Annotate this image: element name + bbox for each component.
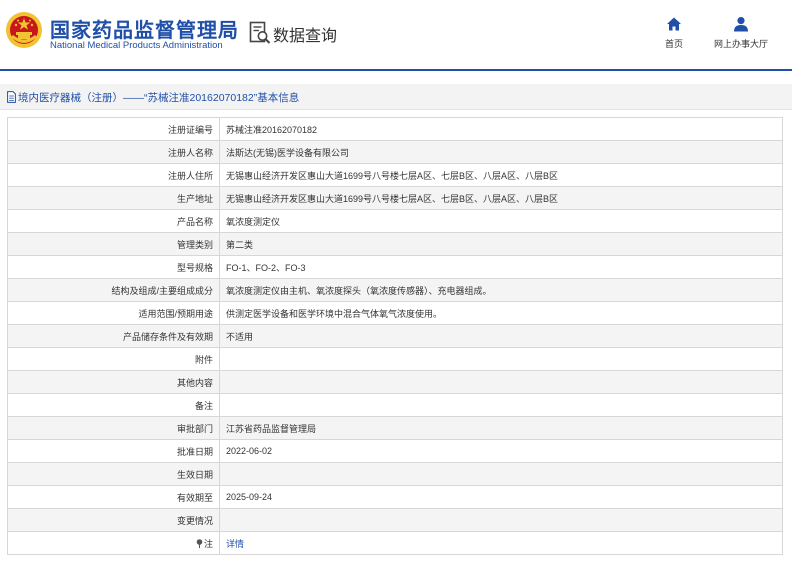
row-value	[219, 462, 783, 486]
nav-home-link[interactable]: 首页	[656, 16, 692, 50]
nav-home-label: 首页	[664, 39, 683, 49]
row-label: 变更情况	[7, 508, 220, 532]
site-title[interactable]: 国家药品监督管理局	[50, 14, 239, 43]
row-label: 型号规格	[7, 255, 220, 279]
row-label: 其他内容	[7, 370, 220, 394]
row-label: 注册证编号	[7, 117, 220, 141]
table-row: 附件	[7, 347, 783, 371]
document-icon	[7, 91, 16, 103]
table-row: 产品储存条件及有效期 不适用	[7, 324, 783, 348]
row-value: FO-1、FO-2、FO-3	[219, 255, 783, 279]
nav-online-hall-label: 网上办事大厅	[713, 39, 768, 49]
row-label: 批准日期	[7, 439, 220, 463]
table-row: 管理类别 第二类	[7, 232, 783, 256]
row-label: 生产地址	[7, 186, 220, 210]
table-row: 适用范围/预期用途 供测定医学设备和医学环境中混合气体氧气浓度使用。	[7, 301, 783, 325]
site-header: 国家药品监督管理局 National Medical Products Admi…	[0, 0, 792, 71]
data-query-icon	[249, 21, 271, 44]
row-label: 产品储存条件及有效期	[7, 324, 220, 348]
row-label: 产品名称	[7, 209, 220, 233]
table-row: 备注	[7, 393, 783, 417]
row-value: 不适用	[219, 324, 783, 348]
row-value	[219, 508, 783, 532]
table-row: 生效日期	[7, 462, 783, 486]
table-row: 批准日期 2022-06-02	[7, 439, 783, 463]
table-row: 结构及组成/主要组成成分 氧浓度测定仪由主机、氧浓度探头（氧浓度传感器）、充电器组…	[7, 278, 783, 302]
row-label: 注册人名称	[7, 140, 220, 164]
row-value: 无锡惠山经济开发区惠山大道1699号八号楼七层A区、七层B区、八层A区、八层B区	[219, 186, 783, 210]
row-label: 审批部门	[7, 416, 220, 440]
row-value: 苏械注准20162070182	[219, 117, 783, 141]
row-label: 附件	[7, 347, 220, 371]
home-icon	[667, 17, 681, 31]
table-row: 其他内容	[7, 370, 783, 394]
header-divider	[0, 69, 792, 71]
row-value: 氧浓度测定仪	[219, 209, 783, 233]
table-row-note: 注 详情	[7, 531, 783, 555]
site-subtitle: National Medical Products Administration	[50, 40, 223, 51]
user-icon	[734, 17, 748, 32]
table-row: 有效期至 2025-09-24	[7, 485, 783, 509]
row-value: 法斯达(无锡)医学设备有限公司	[219, 140, 783, 164]
table-row: 生产地址 无锡惠山经济开发区惠山大道1699号八号楼七层A区、七层B区、八层A区、…	[7, 186, 783, 210]
row-value: 氧浓度测定仪由主机、氧浓度探头（氧浓度传感器）、充电器组成。	[219, 278, 783, 302]
row-value: 无锡惠山经济开发区惠山大道1699号八号楼七层A区、七层B区、八层A区、八层B区	[219, 163, 783, 187]
table-row: 审批部门 江苏省药品监督管理局	[7, 416, 783, 440]
table-row: 型号规格 FO-1、FO-2、FO-3	[7, 255, 783, 279]
table-row: 变更情况	[7, 508, 783, 532]
device-detail-table: 注册证编号 苏械注准20162070182 注册人名称 法斯达(无锡)医学设备有限公…	[7, 117, 783, 555]
note-label: 注	[203, 538, 213, 549]
row-label: 适用范围/预期用途	[7, 301, 220, 325]
row-value	[219, 393, 783, 417]
note-label-cell: 注	[7, 531, 220, 555]
row-value	[219, 370, 783, 394]
row-value: 2025-09-24	[219, 485, 783, 509]
breadcrumb-text: 境内医疗器械（注册）——“苏械注准20162070182”基本信息	[18, 92, 300, 104]
table-row: 产品名称 氧浓度测定仪	[7, 209, 783, 233]
row-label: 生效日期	[7, 462, 220, 486]
row-value: 2022-06-02	[219, 439, 783, 463]
table-row: 注册证编号 苏械注准20162070182	[7, 117, 783, 141]
row-label: 备注	[7, 393, 220, 417]
row-label: 管理类别	[7, 232, 220, 256]
row-label: 有效期至	[7, 485, 220, 509]
note-value-cell: 详情	[219, 531, 783, 555]
row-value	[219, 347, 783, 371]
national-emblem-icon	[6, 12, 42, 48]
row-value: 第二类	[219, 232, 783, 256]
row-value: 供测定医学设备和医学环境中混合气体氧气浓度使用。	[219, 301, 783, 325]
table-row: 注册人名称 法斯达(无锡)医学设备有限公司	[7, 140, 783, 164]
nav-online-hall-link[interactable]: 网上办事大厅	[708, 16, 774, 50]
row-label: 注册人住所	[7, 163, 220, 187]
page-section-title: 数据查询	[273, 28, 338, 45]
details-link[interactable]: 详情	[226, 539, 244, 549]
breadcrumb: 境内医疗器械（注册）——“苏械注准20162070182”基本信息	[0, 84, 792, 110]
row-value: 江苏省药品监督管理局	[219, 416, 783, 440]
pin-icon	[196, 538, 203, 548]
row-label: 结构及组成/主要组成成分	[7, 278, 220, 302]
table-row: 注册人住所 无锡惠山经济开发区惠山大道1699号八号楼七层A区、七层B区、八层A区…	[7, 163, 783, 187]
